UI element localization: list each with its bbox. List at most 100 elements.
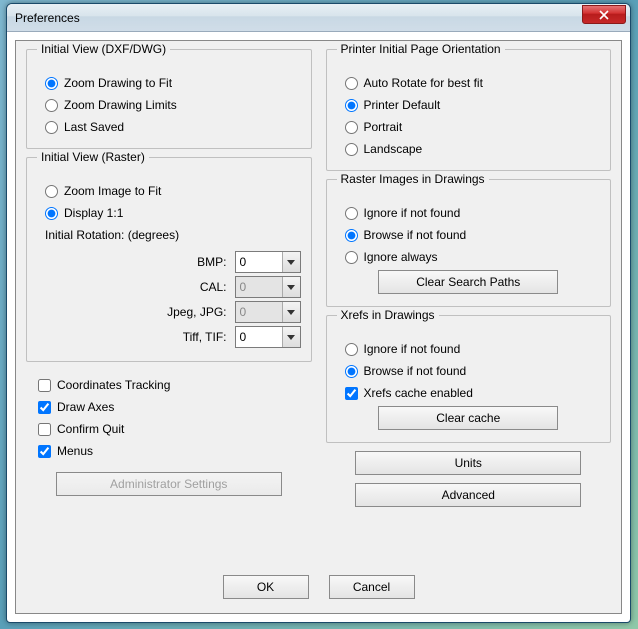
option-row: Confirm Quit <box>30 418 312 440</box>
rotation-format-label: Jpeg, JPG: <box>167 305 228 319</box>
legend-initial-view-dxf: Initial View (DXF/DWG) <box>37 42 170 56</box>
chevron-down-icon <box>282 252 300 272</box>
rotation-row: Tiff, TIF: 0 <box>37 326 301 348</box>
raster-img-radio[interactable] <box>345 251 358 264</box>
rotation-select[interactable]: 0 <box>235 251 301 273</box>
fieldset-initial-view-dxf: Initial View (DXF/DWG) Zoom Drawing to F… <box>26 49 312 149</box>
option-label: Menus <box>57 444 93 458</box>
dxf-option: Last Saved <box>37 116 301 138</box>
printer-label: Landscape <box>364 142 423 156</box>
xrefs-label: Browse if not found <box>364 364 467 378</box>
printer-radio[interactable] <box>345 143 358 156</box>
checkbox-block: Coordinates Tracking Draw Axes Confirm Qui… <box>26 370 312 466</box>
legend-raster-images: Raster Images in Drawings <box>337 172 489 186</box>
rotation-row: BMP: 0 <box>37 251 301 273</box>
close-button[interactable] <box>582 5 626 24</box>
xrefs-radio[interactable] <box>345 365 358 378</box>
dxf-radio[interactable] <box>45 99 58 112</box>
option-checkbox[interactable] <box>38 445 51 458</box>
legend-initial-view-raster: Initial View (Raster) <box>37 150 149 164</box>
xrefs-radio[interactable] <box>345 343 358 356</box>
left-column: Initial View (DXF/DWG) Zoom Drawing to F… <box>26 49 312 507</box>
rotation-select: 0 <box>235 301 301 323</box>
printer-radio[interactable] <box>345 77 358 90</box>
rotation-row: CAL: 0 <box>37 276 301 298</box>
printer-option: Landscape <box>337 138 601 160</box>
option-row: Coordinates Tracking <box>30 374 312 396</box>
legend-xrefs: Xrefs in Drawings <box>337 308 439 322</box>
printer-option: Portrait <box>337 116 601 138</box>
raster-img-label: Ignore if not found <box>364 206 461 220</box>
raster-img-option: Ignore if not found <box>337 202 601 224</box>
advanced-button[interactable]: Advanced <box>355 483 581 507</box>
preferences-window: Preferences Initial View (DXF/DWG) Zoom … <box>6 3 631 623</box>
printer-option: Printer Default <box>337 94 601 116</box>
printer-label: Portrait <box>364 120 403 134</box>
raster-img-option: Browse if not found <box>337 224 601 246</box>
dxf-option: Zoom Drawing to Fit <box>37 72 301 94</box>
dxf-radio[interactable] <box>45 121 58 134</box>
rotation-format-label: BMP: <box>197 255 228 269</box>
close-icon <box>599 10 609 20</box>
rotation-select-value: 0 <box>240 255 247 269</box>
printer-option: Auto Rotate for best fit <box>337 72 601 94</box>
raster-img-label: Ignore always <box>364 250 438 264</box>
option-label: Confirm Quit <box>57 422 124 436</box>
rotation-format-label: CAL: <box>200 280 229 294</box>
raster-img-radio[interactable] <box>345 229 358 242</box>
rotation-select-value: 0 <box>240 280 247 294</box>
raster-img-label: Browse if not found <box>364 228 467 242</box>
clear-search-paths-button[interactable]: Clear Search Paths <box>378 270 558 294</box>
rotation-format-label: Tiff, TIF: <box>183 330 229 344</box>
right-column: Printer Initial Page Orientation Auto Ro… <box>326 49 612 507</box>
dxf-label: Last Saved <box>64 120 124 134</box>
printer-radio[interactable] <box>345 121 358 134</box>
raster-label: Zoom Image to Fit <box>64 184 161 198</box>
rotation-select[interactable]: 0 <box>235 326 301 348</box>
raster-img-radio[interactable] <box>345 207 358 220</box>
xrefs-label: Ignore if not found <box>364 342 461 356</box>
rotation-select-value: 0 <box>240 330 247 344</box>
raster-label: Display 1:1 <box>64 206 123 220</box>
dxf-label: Zoom Drawing to Fit <box>64 76 172 90</box>
option-label: Draw Axes <box>57 400 114 414</box>
fieldset-initial-view-raster: Initial View (Raster) Zoom Image to FitD… <box>26 157 312 362</box>
clear-cache-button[interactable]: Clear cache <box>378 406 558 430</box>
admin-settings-button: Administrator Settings <box>56 472 282 496</box>
raster-radio[interactable] <box>45 185 58 198</box>
xrefs-cache-checkbox[interactable] <box>345 387 358 400</box>
window-title: Preferences <box>15 11 80 25</box>
chevron-down-icon <box>282 302 300 322</box>
ok-button[interactable]: OK <box>223 575 309 599</box>
printer-label: Printer Default <box>364 98 441 112</box>
fieldset-printer-orientation: Printer Initial Page Orientation Auto Ro… <box>326 49 612 171</box>
printer-label: Auto Rotate for best fit <box>364 76 483 90</box>
option-row: Menus <box>30 440 312 462</box>
option-row: Draw Axes <box>30 396 312 418</box>
cancel-button[interactable]: Cancel <box>329 575 415 599</box>
rotation-label: Initial Rotation: (degrees) <box>37 224 301 248</box>
legend-printer-orientation: Printer Initial Page Orientation <box>337 42 505 56</box>
raster-radio[interactable] <box>45 207 58 220</box>
raster-option: Display 1:1 <box>37 202 301 224</box>
printer-radio[interactable] <box>345 99 358 112</box>
chevron-down-icon <box>282 277 300 297</box>
xrefs-cache-row: Xrefs cache enabled <box>337 382 601 404</box>
titlebar: Preferences <box>7 4 630 32</box>
rotation-select: 0 <box>235 276 301 298</box>
fieldset-xrefs: Xrefs in Drawings Ignore if not foundBro… <box>326 315 612 443</box>
bottom-bar: OK Cancel <box>16 575 621 599</box>
option-checkbox[interactable] <box>38 379 51 392</box>
fieldset-raster-images: Raster Images in Drawings Ignore if not … <box>326 179 612 307</box>
raster-option: Zoom Image to Fit <box>37 180 301 202</box>
dxf-radio[interactable] <box>45 77 58 90</box>
dxf-option: Zoom Drawing Limits <box>37 94 301 116</box>
option-checkbox[interactable] <box>38 423 51 436</box>
units-button[interactable]: Units <box>355 451 581 475</box>
option-label: Coordinates Tracking <box>57 378 170 392</box>
xrefs-option: Browse if not found <box>337 360 601 382</box>
rotation-row: Jpeg, JPG: 0 <box>37 301 301 323</box>
option-checkbox[interactable] <box>38 401 51 414</box>
rotation-select-value: 0 <box>240 305 247 319</box>
xrefs-option: Ignore if not found <box>337 338 601 360</box>
